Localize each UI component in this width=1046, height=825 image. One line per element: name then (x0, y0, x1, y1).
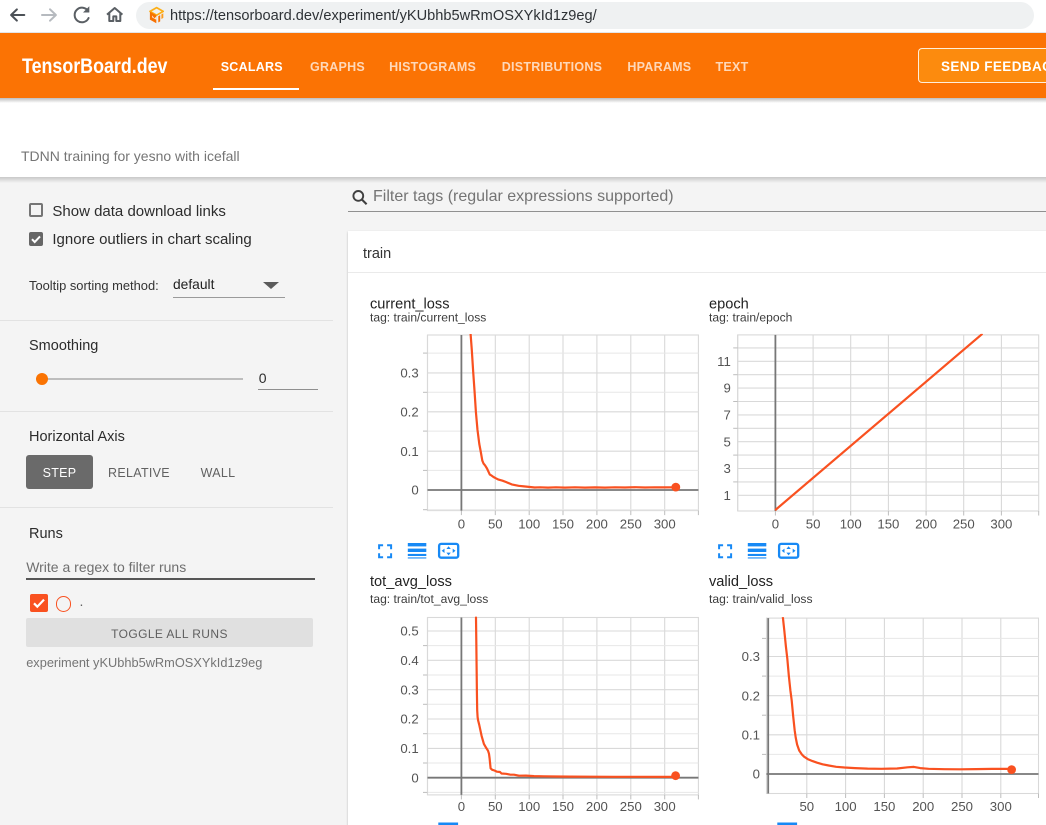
svg-text:300: 300 (654, 517, 676, 532)
svg-text:11: 11 (717, 354, 731, 369)
svg-text:0.2: 0.2 (400, 712, 418, 727)
svg-text:tag: train/tot_avg_loss: tag: train/tot_avg_loss (370, 592, 488, 606)
svg-text:https://tensorboard.dev/experi: https://tensorboard.dev/experiment/yKUbh… (170, 8, 598, 24)
svg-text:0.1: 0.1 (400, 444, 418, 459)
svg-text:1: 1 (723, 488, 730, 503)
svg-text:0.3: 0.3 (400, 682, 418, 697)
svg-text:200: 200 (586, 799, 608, 814)
svg-text:300: 300 (990, 517, 1012, 532)
svg-text:150: 150 (552, 799, 574, 814)
svg-text:200: 200 (915, 517, 937, 532)
svg-text:3: 3 (723, 461, 730, 476)
svg-text:9: 9 (723, 381, 730, 396)
svg-text:0: 0 (411, 770, 418, 785)
svg-text:300: 300 (990, 799, 1012, 814)
svg-text:50: 50 (488, 517, 503, 532)
svg-text:50: 50 (806, 517, 821, 532)
svg-text:0.1: 0.1 (400, 741, 418, 756)
svg-text:0.2: 0.2 (400, 404, 418, 419)
svg-text:0.1: 0.1 (742, 727, 760, 742)
svg-text:250: 250 (951, 799, 973, 814)
svg-text:250: 250 (620, 799, 642, 814)
svg-text:5: 5 (723, 434, 730, 449)
svg-text:250: 250 (953, 517, 975, 532)
svg-text:100: 100 (840, 517, 862, 532)
svg-text:0.2: 0.2 (742, 688, 760, 703)
svg-text:tot_avg_loss: tot_avg_loss (370, 574, 452, 590)
svg-text:0: 0 (458, 799, 465, 814)
svg-text:tag: train/valid_loss: tag: train/valid_loss (709, 592, 813, 606)
svg-text:200: 200 (912, 799, 934, 814)
svg-text:0.3: 0.3 (400, 366, 418, 381)
svg-text:50: 50 (488, 799, 503, 814)
svg-text:250: 250 (620, 517, 642, 532)
svg-text:tag: train/current_loss: tag: train/current_loss (370, 311, 486, 325)
svg-text:0: 0 (753, 767, 760, 782)
svg-text:0.5: 0.5 (400, 624, 418, 639)
svg-text:0: 0 (411, 483, 418, 498)
svg-text:150: 150 (873, 799, 895, 814)
svg-text:100: 100 (518, 799, 540, 814)
svg-text:50: 50 (799, 799, 814, 814)
svg-text:200: 200 (586, 517, 608, 532)
svg-text:150: 150 (877, 517, 899, 532)
svg-text:0.4: 0.4 (400, 653, 418, 668)
svg-text:100: 100 (518, 517, 540, 532)
svg-text:7: 7 (723, 408, 730, 423)
svg-text:100: 100 (835, 799, 857, 814)
svg-text:0.3: 0.3 (742, 649, 760, 664)
svg-text:valid_loss: valid_loss (709, 574, 773, 590)
svg-text:0: 0 (458, 517, 465, 532)
svg-text:tag: train/epoch: tag: train/epoch (709, 311, 792, 325)
svg-text:300: 300 (654, 799, 676, 814)
svg-text:0: 0 (772, 517, 779, 532)
svg-text:150: 150 (552, 517, 574, 532)
